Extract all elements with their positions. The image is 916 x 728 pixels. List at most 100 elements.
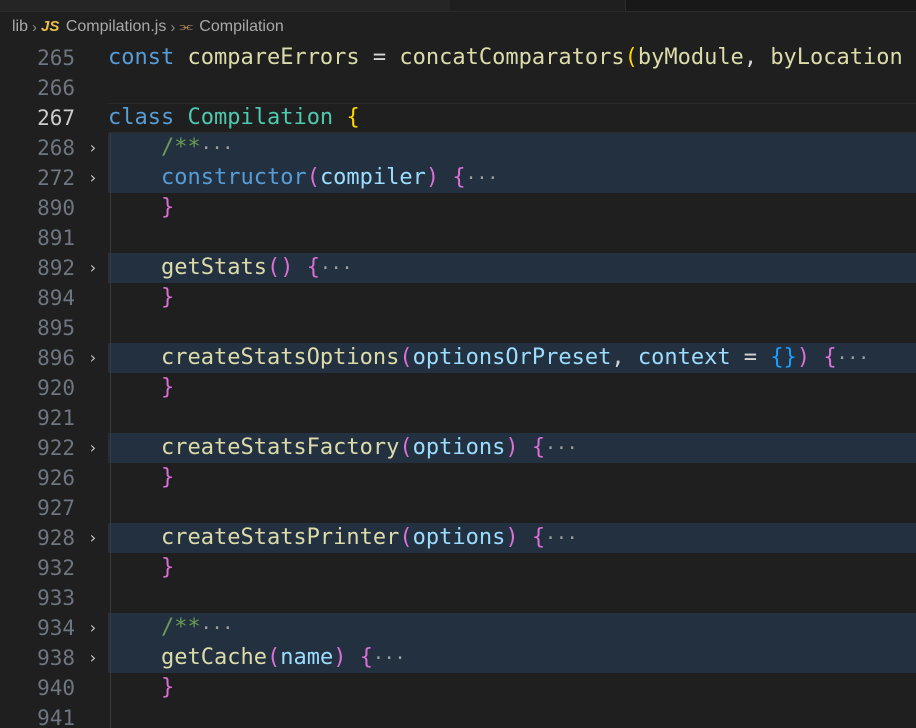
code-token: /** <box>160 135 201 160</box>
fold-chevron-right-icon[interactable]: › <box>86 133 100 163</box>
code-line[interactable]: 926 } <box>0 463 916 493</box>
editor-tab[interactable] <box>0 0 121 11</box>
code-line[interactable]: 933 <box>0 583 916 613</box>
code-text: getStats() {··· <box>108 253 352 284</box>
chevron-right-icon: › <box>32 18 38 36</box>
code-line[interactable]: 922 › createStatsFactory(options) {··· <box>0 433 916 463</box>
line-number: 896 <box>37 346 75 370</box>
code-token: createStatsOptions <box>160 345 400 370</box>
code-line[interactable]: 928 › createStatsPrinter(options) {··· <box>0 523 916 553</box>
code-line[interactable]: 892 › getStats() {··· <box>0 253 916 283</box>
code-text: createStatsFactory(options) {··· <box>108 433 578 464</box>
code-text: } <box>108 553 174 583</box>
code-text: const compareErrors = concatComparators(… <box>108 43 903 73</box>
line-number: 267 <box>37 106 75 130</box>
code-token: { <box>346 105 360 130</box>
code-line[interactable]: 920 } <box>0 373 916 403</box>
code-line[interactable]: 927 <box>0 493 916 523</box>
symbol-class-icon: ⫘ <box>179 18 193 35</box>
editor-tab[interactable] <box>120 0 281 11</box>
code-token: ) <box>333 645 347 670</box>
code-token: createStatsFactory <box>160 435 400 460</box>
code-text: /**··· <box>108 613 233 644</box>
editor-tab-active[interactable] <box>450 0 626 11</box>
code-line[interactable]: 895 <box>0 313 916 343</box>
code-text: createStatsPrinter(options) {··· <box>108 523 578 554</box>
code-token: () <box>266 255 294 280</box>
code-line[interactable]: 940 } <box>0 673 916 703</box>
fold-chevron-right-icon[interactable]: › <box>86 523 100 553</box>
line-number: 940 <box>37 676 75 700</box>
code-token: getStats <box>160 255 267 280</box>
code-token: ( <box>266 645 281 670</box>
code-line[interactable]: 894 } <box>0 283 916 313</box>
code-text: class Compilation { <box>108 103 360 133</box>
code-line[interactable]: 921 <box>0 403 916 433</box>
line-number: 938 <box>37 646 75 670</box>
code-line[interactable]: 896 › createStatsOptions(optionsOrPreset,… <box>0 343 916 373</box>
code-line[interactable]: 268 › /**··· <box>0 133 916 163</box>
code-token: } <box>160 195 175 220</box>
code-line[interactable]: 272 › constructor(compiler) {··· <box>0 163 916 193</box>
code-token: ··· <box>319 258 353 279</box>
line-number: 928 <box>37 526 75 550</box>
code-line[interactable]: 267 class Compilation { <box>0 103 916 133</box>
code-line[interactable]: 932 } <box>0 553 916 583</box>
code-token: compiler <box>319 165 426 190</box>
editor-tab[interactable] <box>280 0 451 11</box>
javascript-file-icon: JS <box>41 18 60 35</box>
chevron-right-icon: › <box>170 18 176 36</box>
breadcrumb-symbol[interactable]: ⫘ Compilation <box>179 18 283 36</box>
code-text: createStatsOptions(optionsOrPreset, cont… <box>108 343 869 374</box>
line-number: 934 <box>37 616 75 640</box>
code-line[interactable]: 891 <box>0 223 916 253</box>
code-token: ··· <box>200 138 234 159</box>
code-token: name <box>280 645 334 670</box>
fold-chevron-right-icon[interactable]: › <box>86 343 100 373</box>
code-line[interactable]: 938 › getCache(name) {··· <box>0 643 916 673</box>
code-line[interactable]: 265 const compareErrors = concatComparato… <box>0 43 916 73</box>
breadcrumb-folder[interactable]: lib <box>12 18 28 36</box>
code-token: concatComparators <box>399 45 625 70</box>
code-token: byModule <box>637 45 744 70</box>
code-line[interactable]: 890 } <box>0 193 916 223</box>
code-token: const <box>108 45 175 70</box>
code-line[interactable]: 941 <box>0 703 916 728</box>
code-token: ( <box>399 345 413 370</box>
code-token: = <box>730 345 771 370</box>
fold-chevron-right-icon[interactable]: › <box>86 253 100 283</box>
code-line[interactable]: 934 › /**··· <box>0 613 916 643</box>
breadcrumb-symbol-label: Compilation <box>199 18 284 35</box>
line-number: 895 <box>37 316 75 340</box>
fold-chevron-right-icon[interactable]: › <box>86 643 100 673</box>
fold-chevron-right-icon[interactable]: › <box>86 163 100 193</box>
fold-chevron-right-icon[interactable]: › <box>86 613 100 643</box>
line-number: 926 <box>37 466 75 490</box>
code-token: ) <box>505 435 519 460</box>
code-token: {} <box>770 345 797 370</box>
code-token: { <box>823 345 837 370</box>
code-line[interactable]: 266 <box>0 73 916 103</box>
fold-chevron-right-icon[interactable]: › <box>86 433 100 463</box>
code-token: { <box>452 165 466 190</box>
line-number: 891 <box>37 226 75 250</box>
code-token: , <box>743 45 771 70</box>
code-token: byLocation <box>770 45 903 70</box>
line-number: 265 <box>37 46 75 70</box>
code-text: /**··· <box>108 133 233 164</box>
line-number: 921 <box>37 406 75 430</box>
breadcrumb-file[interactable]: JS Compilation.js <box>41 18 166 36</box>
code-editor[interactable]: 265 const compareErrors = concatComparato… <box>0 42 916 728</box>
line-number: 266 <box>37 76 75 100</box>
code-token: ( <box>399 525 413 550</box>
